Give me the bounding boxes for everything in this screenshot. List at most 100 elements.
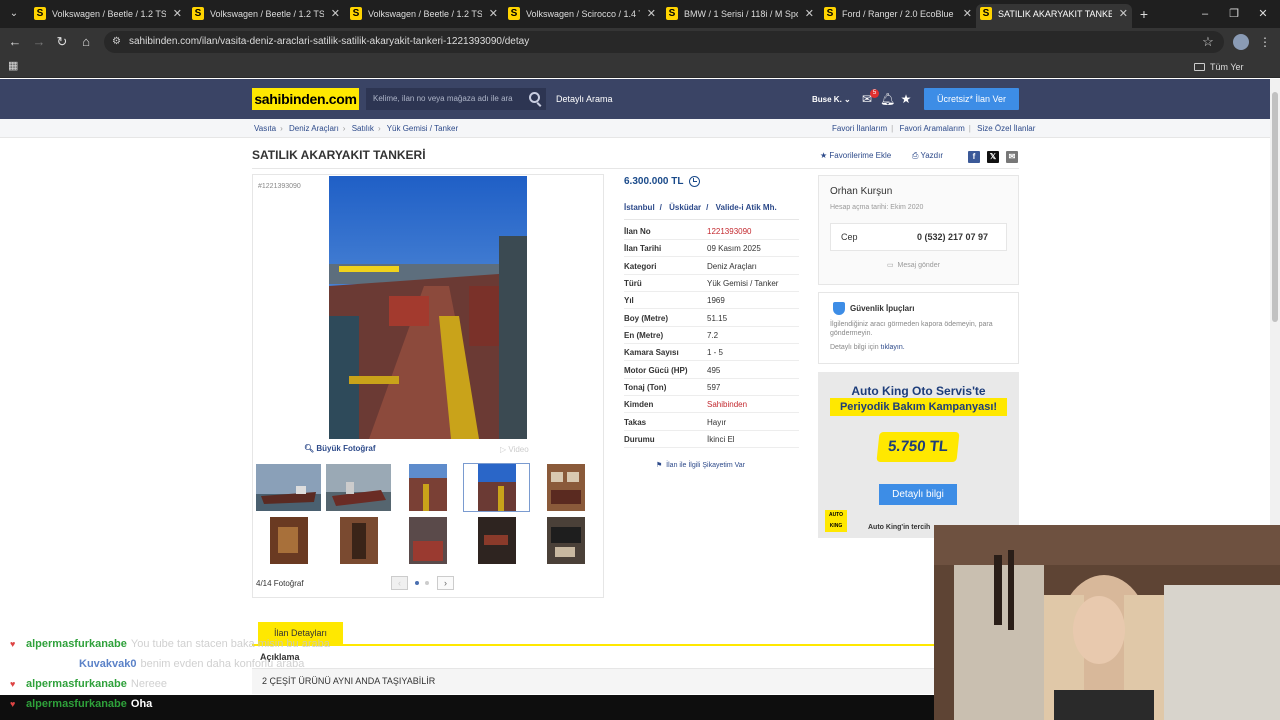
scrollbar-thumb[interactable] bbox=[1272, 92, 1278, 322]
browser-tab-active[interactable]: S SATILIK AKARYAKIT TANKERİ - ... ✕ bbox=[976, 4, 1132, 28]
enlarge-photo-link[interactable]: 🔍︎ Büyük Fotoğraf bbox=[304, 444, 376, 453]
browser-tab[interactable]: S BMW / 1 Serisi / 118i / M Sport ... ✕ bbox=[662, 4, 818, 24]
browser-tab[interactable]: S Volkswagen / Beetle / 1.2 TSI / ... ✕ bbox=[188, 4, 344, 24]
big-photo-label: Büyük Fotoğraf bbox=[316, 444, 376, 453]
back-arrow-icon[interactable]: ← bbox=[7, 34, 23, 50]
breadcrumb-item[interactable]: Deniz Araçları bbox=[289, 124, 339, 133]
chat-text: Oha bbox=[130, 698, 153, 710]
new-tab-plus-icon[interactable]: + bbox=[1137, 5, 1151, 23]
report-listing-link[interactable]: ⚑ İlan ile İlgili Şikayetim Var bbox=[656, 461, 745, 469]
photo-thumbnail[interactable] bbox=[463, 516, 530, 565]
notifications-bell-icon[interactable]: 🔔︎ bbox=[880, 92, 895, 106]
close-tab-icon[interactable]: ✕ bbox=[963, 4, 972, 24]
price-history-icon[interactable] bbox=[689, 176, 700, 187]
all-bookmarks-link[interactable]: Tüm Yer İşaretleri bbox=[1194, 56, 1280, 94]
site-info-tune-icon[interactable]: ⚙ bbox=[112, 35, 126, 49]
user-menu[interactable]: Buse K. ⌄ bbox=[812, 79, 851, 121]
main-photo[interactable] bbox=[329, 176, 527, 439]
browser-tab[interactable]: S Volkswagen / Scirocco / 1.4 TSI ... ✕ bbox=[504, 4, 660, 24]
pager-dot[interactable] bbox=[425, 581, 429, 585]
photo-thumbnail[interactable] bbox=[394, 463, 461, 512]
apps-grid-icon[interactable]: ▦ bbox=[8, 60, 20, 72]
detail-row: İlan No 1221393090 bbox=[624, 223, 799, 240]
profile-avatar-icon[interactable] bbox=[1233, 34, 1249, 50]
detail-row: Kimden Sahibinden bbox=[624, 396, 799, 413]
email-share-icon[interactable]: ✉ bbox=[1006, 151, 1018, 163]
detail-value: 51.15 bbox=[707, 314, 728, 323]
url-text[interactable]: sahibinden.com/ilan/vasita-deniz-araclar… bbox=[129, 31, 529, 53]
breadcrumb-item[interactable]: Yük Gemisi / Tanker bbox=[387, 124, 458, 133]
detail-value: Yük Gemisi / Tanker bbox=[707, 279, 779, 288]
chat-message: ♥ alpermasfurkanabe Oha bbox=[10, 696, 152, 713]
post-free-listing-button[interactable]: Ücretsiz* İlan Ver bbox=[924, 88, 1019, 110]
personalized-listings-link[interactable]: Size Özel İlanlar bbox=[977, 124, 1035, 133]
close-tab-icon[interactable]: ✕ bbox=[1119, 4, 1128, 24]
favorite-listings-link[interactable]: Favori İlanlarım bbox=[832, 124, 887, 133]
close-window-icon[interactable]: ✕ bbox=[1256, 6, 1270, 22]
tab-search-chevron-icon[interactable]: ⌄ bbox=[6, 6, 22, 22]
location-city[interactable]: İstanbul bbox=[624, 203, 655, 212]
reload-icon[interactable]: ↻ bbox=[54, 34, 70, 50]
print-link[interactable]: ⎙ Yazdır bbox=[912, 151, 943, 161]
home-icon[interactable]: ⌂ bbox=[78, 34, 94, 50]
photo-thumbnail[interactable] bbox=[532, 463, 599, 512]
add-to-favorites-link[interactable]: ★ Favorilerime Ekle bbox=[820, 151, 891, 160]
advanced-search-link[interactable]: Detaylı Arama bbox=[556, 79, 613, 119]
close-tab-icon[interactable]: ✕ bbox=[805, 4, 814, 24]
send-message-link[interactable]: ▭ Mesaj gönder bbox=[887, 261, 940, 269]
close-tab-icon[interactable]: ✕ bbox=[331, 4, 340, 24]
detail-key: Kimden bbox=[624, 400, 654, 409]
photo-counter: 4/14 Fotoğraf bbox=[256, 579, 304, 588]
location-neighborhood[interactable]: Valide-i Atik Mh. bbox=[716, 203, 777, 212]
phone-number[interactable]: 0 (532) 217 07 97 bbox=[917, 232, 988, 242]
chat-text: Nereee bbox=[130, 678, 167, 690]
search-icon[interactable] bbox=[529, 92, 540, 103]
video-link[interactable]: ▷ Video bbox=[500, 445, 529, 454]
breadcrumb-item[interactable]: Satılık bbox=[352, 124, 374, 133]
photo-thumbnail-selected[interactable] bbox=[463, 463, 530, 512]
forward-arrow-icon[interactable]: → bbox=[31, 34, 47, 50]
ad-footer-text: Auto King'in tercih bbox=[868, 524, 931, 531]
bookmarks-bar: ▦ Tüm Yer İşaretleri bbox=[0, 56, 1280, 94]
detail-row: En (Metre) 7.2 bbox=[624, 327, 799, 344]
close-tab-icon[interactable]: ✕ bbox=[647, 4, 656, 24]
chat-username: alpermasfurkanabe bbox=[26, 638, 127, 650]
photo-thumbnail[interactable] bbox=[325, 463, 392, 512]
seller-name[interactable]: Orhan Kurşun bbox=[830, 186, 892, 197]
photo-thumbnail[interactable] bbox=[532, 516, 599, 565]
chat-badge-icon: ♥ bbox=[10, 679, 16, 689]
bookmark-star-icon[interactable]: ☆ bbox=[1200, 34, 1216, 50]
photo-thumbnail[interactable] bbox=[394, 516, 461, 565]
sahibinden-favicon-icon: S bbox=[666, 7, 678, 20]
breadcrumb-bar: Vasıta › Deniz Araçları › Satılık › Yük Gem… bbox=[0, 119, 1270, 138]
browser-tab[interactable]: S Ford / Ranger / 2.0 EcoBlue / 4... ✕ bbox=[820, 4, 976, 24]
photo-thumbnail[interactable] bbox=[325, 516, 392, 565]
browser-menu-kebab-icon[interactable]: ⋮ bbox=[1259, 34, 1271, 50]
next-chevron-icon[interactable]: › bbox=[437, 576, 454, 590]
detail-key: En (Metre) bbox=[624, 331, 664, 340]
favorites-star-icon[interactable]: ★ bbox=[899, 92, 913, 106]
browser-tab[interactable]: S Volkswagen / Beetle / 1.2 TSI / ... ✕ bbox=[346, 4, 502, 24]
sahibinden-logo[interactable]: sahibinden.com bbox=[252, 88, 359, 110]
pager-dot-active[interactable] bbox=[415, 581, 419, 585]
browser-tab[interactable]: S Volkswagen / Beetle / 1.2 TSI / ... ✕ bbox=[30, 4, 186, 24]
x-share-icon[interactable]: 𝕏 bbox=[987, 151, 999, 163]
close-tab-icon[interactable]: ✕ bbox=[489, 4, 498, 24]
detail-value: Hayır bbox=[707, 418, 727, 427]
detail-row: Kategori Deniz Araçları bbox=[624, 258, 799, 275]
detail-key: Yıl bbox=[624, 296, 634, 305]
address-bar[interactable]: ⚙ sahibinden.com/ilan/vasita-deniz-aracl… bbox=[104, 31, 1224, 53]
location-district[interactable]: Üsküdar bbox=[669, 203, 701, 212]
security-more-link[interactable]: tıklayın. bbox=[881, 344, 905, 351]
restore-window-icon[interactable]: ❐ bbox=[1227, 6, 1241, 22]
site-search-input[interactable]: Kelime, ilan no veya mağaza adı ile ara bbox=[366, 88, 546, 110]
favorite-searches-link[interactable]: Favori Aramalarım bbox=[899, 124, 964, 133]
photo-thumbnail[interactable] bbox=[255, 463, 322, 512]
minimize-window-icon[interactable]: – bbox=[1198, 6, 1212, 22]
facebook-share-icon[interactable]: f bbox=[968, 151, 980, 163]
close-tab-icon[interactable]: ✕ bbox=[173, 4, 182, 24]
previous-chevron-icon[interactable]: ‹ bbox=[391, 576, 408, 590]
photo-thumbnail[interactable] bbox=[255, 516, 322, 565]
ad-details-button[interactable]: Detaylı bilgi bbox=[879, 484, 957, 505]
breadcrumb-item[interactable]: Vasıta bbox=[254, 124, 276, 133]
